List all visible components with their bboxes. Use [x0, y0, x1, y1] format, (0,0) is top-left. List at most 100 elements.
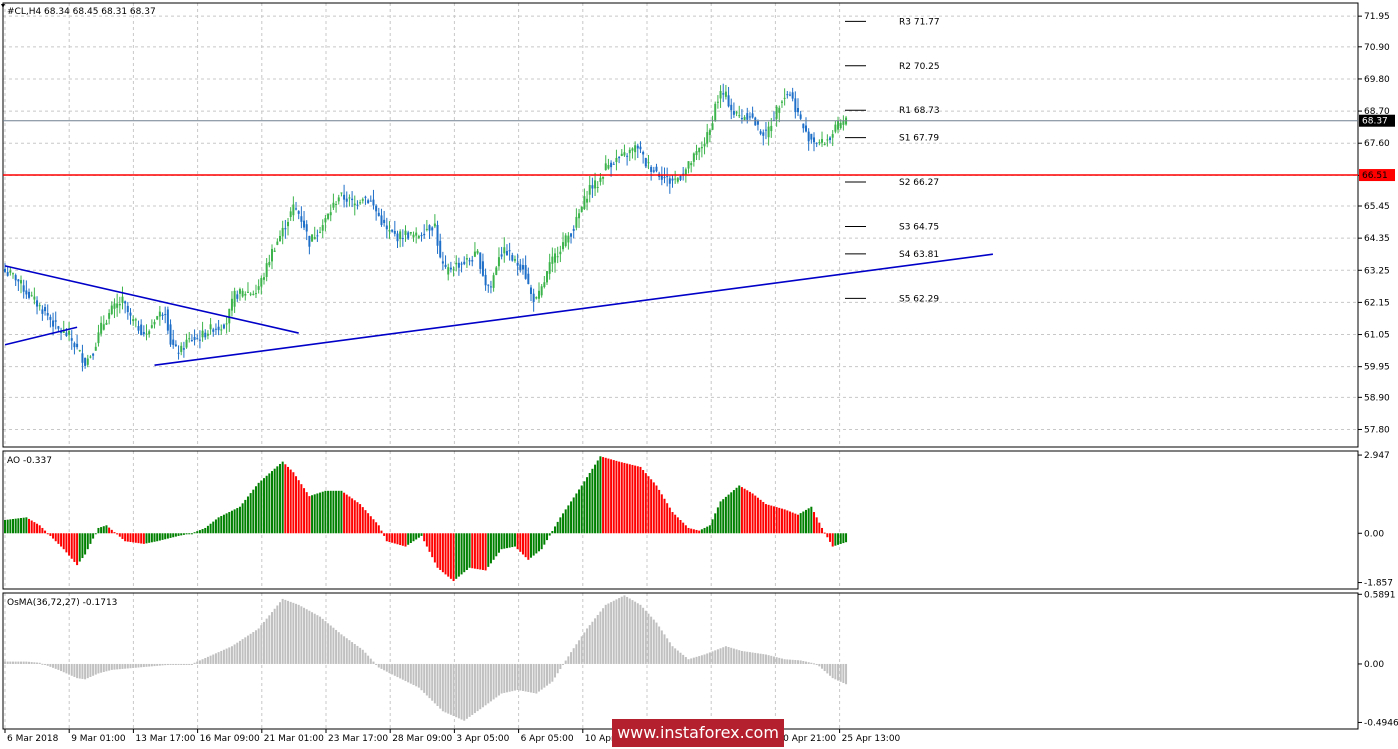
ao-bar	[698, 530, 701, 534]
candle	[46, 304, 49, 321]
ao-bar	[644, 473, 647, 534]
ao-bar	[521, 533, 524, 555]
osma-bar	[198, 660, 201, 664]
ao-bar	[740, 487, 743, 534]
ao-bar	[108, 527, 111, 534]
osma-bar	[687, 659, 690, 664]
candle-body	[230, 298, 233, 311]
ao-bar	[634, 465, 637, 534]
osma-bar	[652, 619, 655, 664]
osma-bar	[695, 656, 698, 664]
chart-canvas: R3 71.77 R2 70.25 R1 68.73 S1 67.79 S2 66.27…	[1, 2, 1398, 744]
candle-body	[554, 253, 557, 263]
osma-bar	[196, 661, 199, 664]
osma-bar	[105, 663, 108, 672]
time-tick-label: 16 Mar 09:00	[200, 734, 260, 744]
osma-bar	[612, 600, 615, 664]
osma-bar	[754, 652, 757, 664]
candle-body	[134, 319, 137, 321]
osma-bar	[540, 663, 543, 690]
candle	[295, 201, 298, 211]
ao-bar	[636, 466, 639, 534]
price-tick-label: 59.95	[1364, 363, 1390, 373]
candle-body	[86, 358, 89, 365]
ao-bar	[372, 519, 375, 534]
candle	[805, 117, 807, 133]
candle	[604, 155, 607, 171]
candle	[554, 248, 557, 273]
candle-body	[188, 338, 191, 340]
candle	[356, 200, 359, 210]
ao-bar	[479, 533, 482, 570]
candle-body	[746, 113, 749, 120]
ao-bar	[788, 511, 791, 534]
ao-bar	[527, 533, 530, 560]
candle-body	[431, 227, 434, 231]
osma-bar	[679, 652, 682, 664]
ao-bar	[813, 512, 816, 534]
ao-bar	[626, 463, 629, 534]
osma-bar	[262, 621, 265, 664]
osma-bar-tick-label: -0.4946	[1364, 718, 1398, 728]
candle	[303, 210, 306, 231]
osma-bar	[810, 662, 813, 664]
osma-bar	[655, 622, 658, 664]
candle	[377, 207, 380, 217]
candle-body	[813, 137, 816, 143]
osma-bar	[217, 652, 220, 664]
candle	[425, 219, 428, 232]
candle-body	[198, 339, 201, 341]
ao-bar	[276, 466, 279, 534]
candle	[449, 261, 452, 273]
candle-body	[89, 356, 92, 358]
candle	[439, 233, 442, 259]
candle-body	[578, 213, 581, 219]
candle	[273, 247, 276, 252]
candle-body	[76, 343, 79, 348]
osma-bar	[182, 663, 185, 665]
osma-bar	[399, 663, 402, 679]
candle-body	[281, 227, 284, 237]
candle	[444, 255, 447, 269]
ao-bar	[671, 512, 674, 534]
osma-bar	[444, 663, 447, 713]
candle-body	[110, 305, 113, 314]
ao-bar	[778, 507, 781, 534]
candle-body	[407, 232, 410, 239]
ao-bar	[4, 520, 6, 534]
ao-bar	[543, 533, 546, 545]
candle	[415, 227, 418, 244]
pivot-level-label: S1 67.79	[899, 134, 939, 144]
osma-bar	[116, 663, 119, 670]
candle-body	[68, 330, 71, 335]
osma-bar	[732, 648, 735, 664]
candle	[423, 224, 426, 239]
ao-bar	[279, 463, 282, 534]
candle-body	[22, 285, 25, 292]
candle-body	[767, 126, 770, 138]
osma-bar	[33, 662, 36, 664]
axes: 71.9570.9069.8068.7067.6066.5065.4564.35…	[1, 4, 1398, 744]
ao-bar	[743, 488, 746, 534]
candle-body	[238, 289, 241, 294]
ao-bar	[754, 495, 757, 534]
candle	[575, 208, 578, 231]
ao-bar	[762, 501, 765, 534]
candle	[14, 273, 17, 287]
ao-bar	[460, 533, 463, 575]
osma-bar	[823, 663, 826, 672]
price-tick-label: 65.45	[1364, 202, 1390, 212]
osma-bar	[735, 649, 738, 664]
osma-bar	[706, 653, 709, 664]
ao-bar	[452, 533, 455, 582]
candle	[513, 255, 516, 263]
osma-bar	[529, 663, 532, 693]
ao-bar	[319, 492, 322, 534]
candle-body	[551, 256, 554, 264]
ao-bar	[212, 521, 215, 534]
candle-body	[118, 304, 121, 306]
candle	[319, 226, 322, 234]
osma-bar	[615, 599, 618, 664]
candle-body	[756, 120, 759, 125]
ao-bar	[335, 490, 338, 534]
